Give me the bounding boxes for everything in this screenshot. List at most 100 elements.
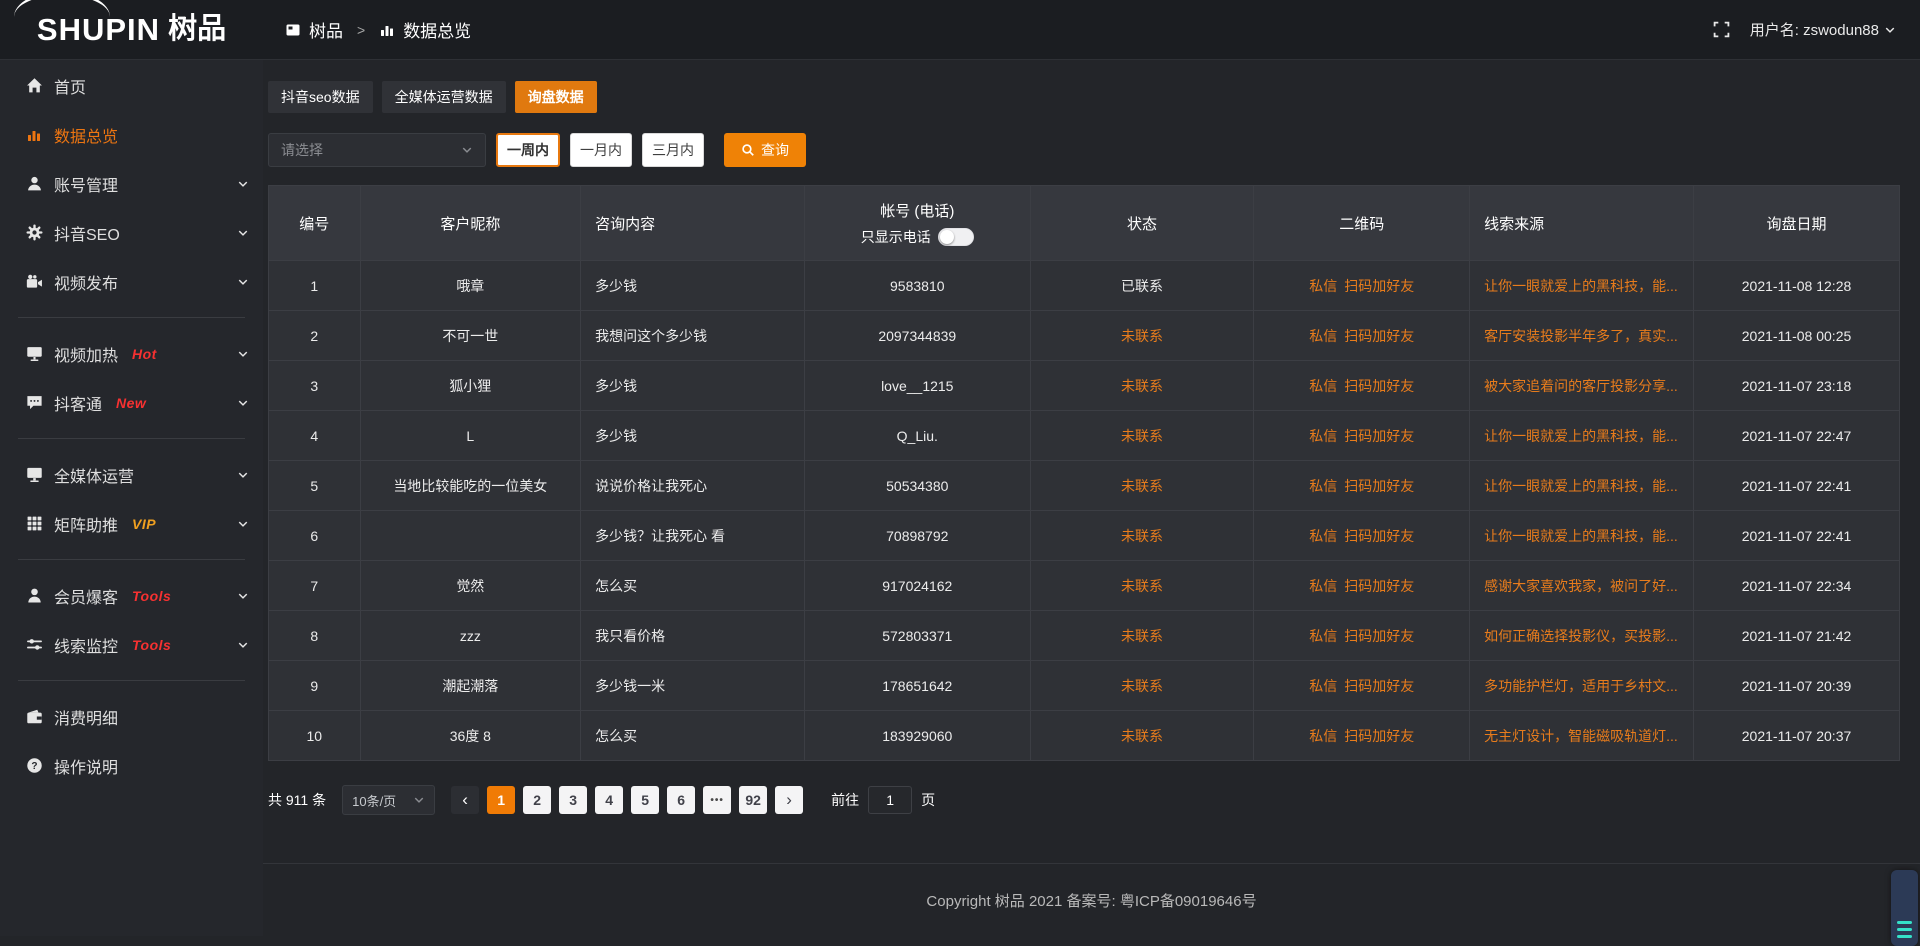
cell-nickname: 觉然: [360, 561, 581, 611]
qr-link[interactable]: 私信: [1309, 276, 1337, 296]
qr-link[interactable]: 扫码加好友: [1344, 726, 1414, 746]
page-button[interactable]: 3: [559, 786, 587, 814]
qr-links: 私信扫码加好友: [1309, 676, 1414, 696]
sidebar-item-video[interactable]: 视频发布: [0, 257, 263, 306]
page-button[interactable]: 2: [523, 786, 551, 814]
tab-抖音seo数据[interactable]: 抖音seo数据: [268, 81, 373, 113]
user-menu[interactable]: 用户名: zswodun88: [1750, 19, 1896, 40]
cell-source[interactable]: 多功能护栏灯，适用于乡村文...: [1470, 661, 1694, 711]
chart-icon: [379, 22, 395, 38]
qr-links: 私信扫码加好友: [1309, 276, 1414, 296]
sidebar-item-gear[interactable]: 抖音SEO: [0, 208, 263, 257]
chevron-down-icon: [234, 590, 252, 602]
monitor-icon: [25, 466, 43, 483]
search-button[interactable]: 查询: [724, 133, 806, 167]
chevron-down-icon: [234, 227, 252, 239]
cell-status: 未联系: [1030, 661, 1254, 711]
qr-link[interactable]: 私信: [1309, 376, 1337, 396]
goto-page-input[interactable]: [868, 786, 912, 814]
sidebar-item-user[interactable]: 账号管理: [0, 159, 263, 208]
sidebar-item-question[interactable]: ?操作说明: [0, 741, 263, 790]
qr-link[interactable]: 扫码加好友: [1344, 526, 1414, 546]
sidebar-item-home[interactable]: 首页: [0, 61, 263, 110]
next-page-button[interactable]: ›: [775, 786, 803, 814]
qr-link[interactable]: 私信: [1309, 476, 1337, 496]
cell-date: 2021-11-07 23:18: [1694, 361, 1900, 411]
sidebar-item-comment[interactable]: 抖客通New: [0, 378, 263, 427]
table-row: 8zzz我只看价格572803371未联系私信扫码加好友如何正确选择投影仪，买投…: [269, 611, 1900, 661]
qr-link[interactable]: 扫码加好友: [1344, 576, 1414, 596]
qr-link[interactable]: 扫码加好友: [1344, 626, 1414, 646]
sidebar-item-wallet[interactable]: 消费明细: [0, 692, 263, 741]
qr-link[interactable]: 扫码加好友: [1344, 276, 1414, 296]
cell-qrcode: 私信扫码加好友: [1254, 711, 1470, 761]
cell-source[interactable]: 感谢大家喜欢我家，被问了好...: [1470, 561, 1694, 611]
cell-date: 2021-11-07 22:34: [1694, 561, 1900, 611]
qr-link[interactable]: 私信: [1309, 326, 1337, 346]
qr-link[interactable]: 私信: [1309, 576, 1337, 596]
sidebar-item-bar-chart[interactable]: 数据总览: [0, 110, 263, 159]
sidebar-item-grid[interactable]: 矩阵助推VIP: [0, 499, 263, 548]
qr-link[interactable]: 私信: [1309, 526, 1337, 546]
breadcrumb-section: 数据总览: [403, 17, 471, 42]
cell-source[interactable]: 让你一眼就爱上的黑科技，能...: [1470, 411, 1694, 461]
comment-icon: [25, 394, 43, 411]
cell-date: 2021-11-07 20:37: [1694, 711, 1900, 761]
cell-index: 1: [269, 261, 361, 311]
qr-link[interactable]: 私信: [1309, 726, 1337, 746]
qr-link[interactable]: 私信: [1309, 426, 1337, 446]
cell-status: 未联系: [1030, 461, 1254, 511]
sidebar-item-screen[interactable]: 视频加热Hot: [0, 329, 263, 378]
tab-询盘数据[interactable]: 询盘数据: [515, 81, 597, 113]
cell-source[interactable]: 被大家追着问的客厅投影分享...: [1470, 361, 1694, 411]
cell-source[interactable]: 让你一眼就爱上的黑科技，能...: [1470, 461, 1694, 511]
qr-link[interactable]: 扫码加好友: [1344, 326, 1414, 346]
cell-status: 未联系: [1030, 561, 1254, 611]
table-row: 4L多少钱Q_Liu.未联系私信扫码加好友让你一眼就爱上的黑科技，能...202…: [269, 411, 1900, 461]
qr-links: 私信扫码加好友: [1309, 576, 1414, 596]
cell-source[interactable]: 让你一眼就爱上的黑科技，能...: [1470, 261, 1694, 311]
tab-全媒体运营数据[interactable]: 全媒体运营数据: [382, 81, 506, 113]
cell-account: 178651642: [805, 661, 1031, 711]
cell-source[interactable]: 如何正确选择投影仪，买投影...: [1470, 611, 1694, 661]
cell-source[interactable]: 让你一眼就爱上的黑科技，能...: [1470, 511, 1694, 561]
page-button[interactable]: 92: [739, 786, 767, 814]
chat-widget[interactable]: [1891, 870, 1918, 946]
qr-link[interactable]: 私信: [1309, 676, 1337, 696]
cell-nickname: 36度 8: [360, 711, 581, 761]
cell-date: 2021-11-07 21:42: [1694, 611, 1900, 661]
topbar: 树品 > 数据总览 用户名: zswodun88: [263, 0, 1920, 60]
page-button[interactable]: 5: [631, 786, 659, 814]
range-button[interactable]: 一月内: [570, 133, 632, 167]
cell-content: 怎么买: [581, 561, 805, 611]
grid-icon: [25, 515, 43, 532]
footer: Copyright 树品 2021 备案号: 粤ICP备09019646号: [263, 863, 1920, 937]
page-button[interactable]: 1: [487, 786, 515, 814]
filter-select[interactable]: 请选择: [268, 133, 486, 167]
more-pages-button[interactable]: •••: [703, 786, 731, 814]
page-button[interactable]: 4: [595, 786, 623, 814]
range-button[interactable]: 三月内: [642, 133, 704, 167]
qr-link[interactable]: 扫码加好友: [1344, 376, 1414, 396]
phone-only-toggle[interactable]: [938, 228, 974, 246]
qr-links: 私信扫码加好友: [1309, 326, 1414, 346]
cell-index: 6: [269, 511, 361, 561]
qr-link[interactable]: 私信: [1309, 626, 1337, 646]
breadcrumb-app[interactable]: 树品: [309, 17, 343, 42]
fullscreen-icon[interactable]: [1713, 21, 1730, 38]
prev-page-button[interactable]: ‹: [451, 786, 479, 814]
qr-link[interactable]: 扫码加好友: [1344, 476, 1414, 496]
table-body: 1哦章多少钱9583810已联系私信扫码加好友让你一眼就爱上的黑科技，能...2…: [269, 261, 1900, 761]
page-size-select[interactable]: 10条/页: [342, 785, 435, 815]
sidebar-item-person[interactable]: 会员爆客Tools: [0, 571, 263, 620]
range-button[interactable]: 一周内: [496, 133, 560, 167]
sidebar-item-sliders[interactable]: 线索监控Tools: [0, 620, 263, 669]
sidebar-item-monitor[interactable]: 全媒体运营: [0, 450, 263, 499]
cell-source[interactable]: 客厅安装投影半年多了，真实...: [1470, 311, 1694, 361]
qr-link[interactable]: 扫码加好友: [1344, 426, 1414, 446]
cell-source[interactable]: 无主灯设计，智能磁吸轨道灯...: [1470, 711, 1694, 761]
qr-link[interactable]: 扫码加好友: [1344, 676, 1414, 696]
cell-account: 50534380: [805, 461, 1031, 511]
page-button[interactable]: 6: [667, 786, 695, 814]
logo-text-en: SHUPIN: [37, 14, 160, 45]
